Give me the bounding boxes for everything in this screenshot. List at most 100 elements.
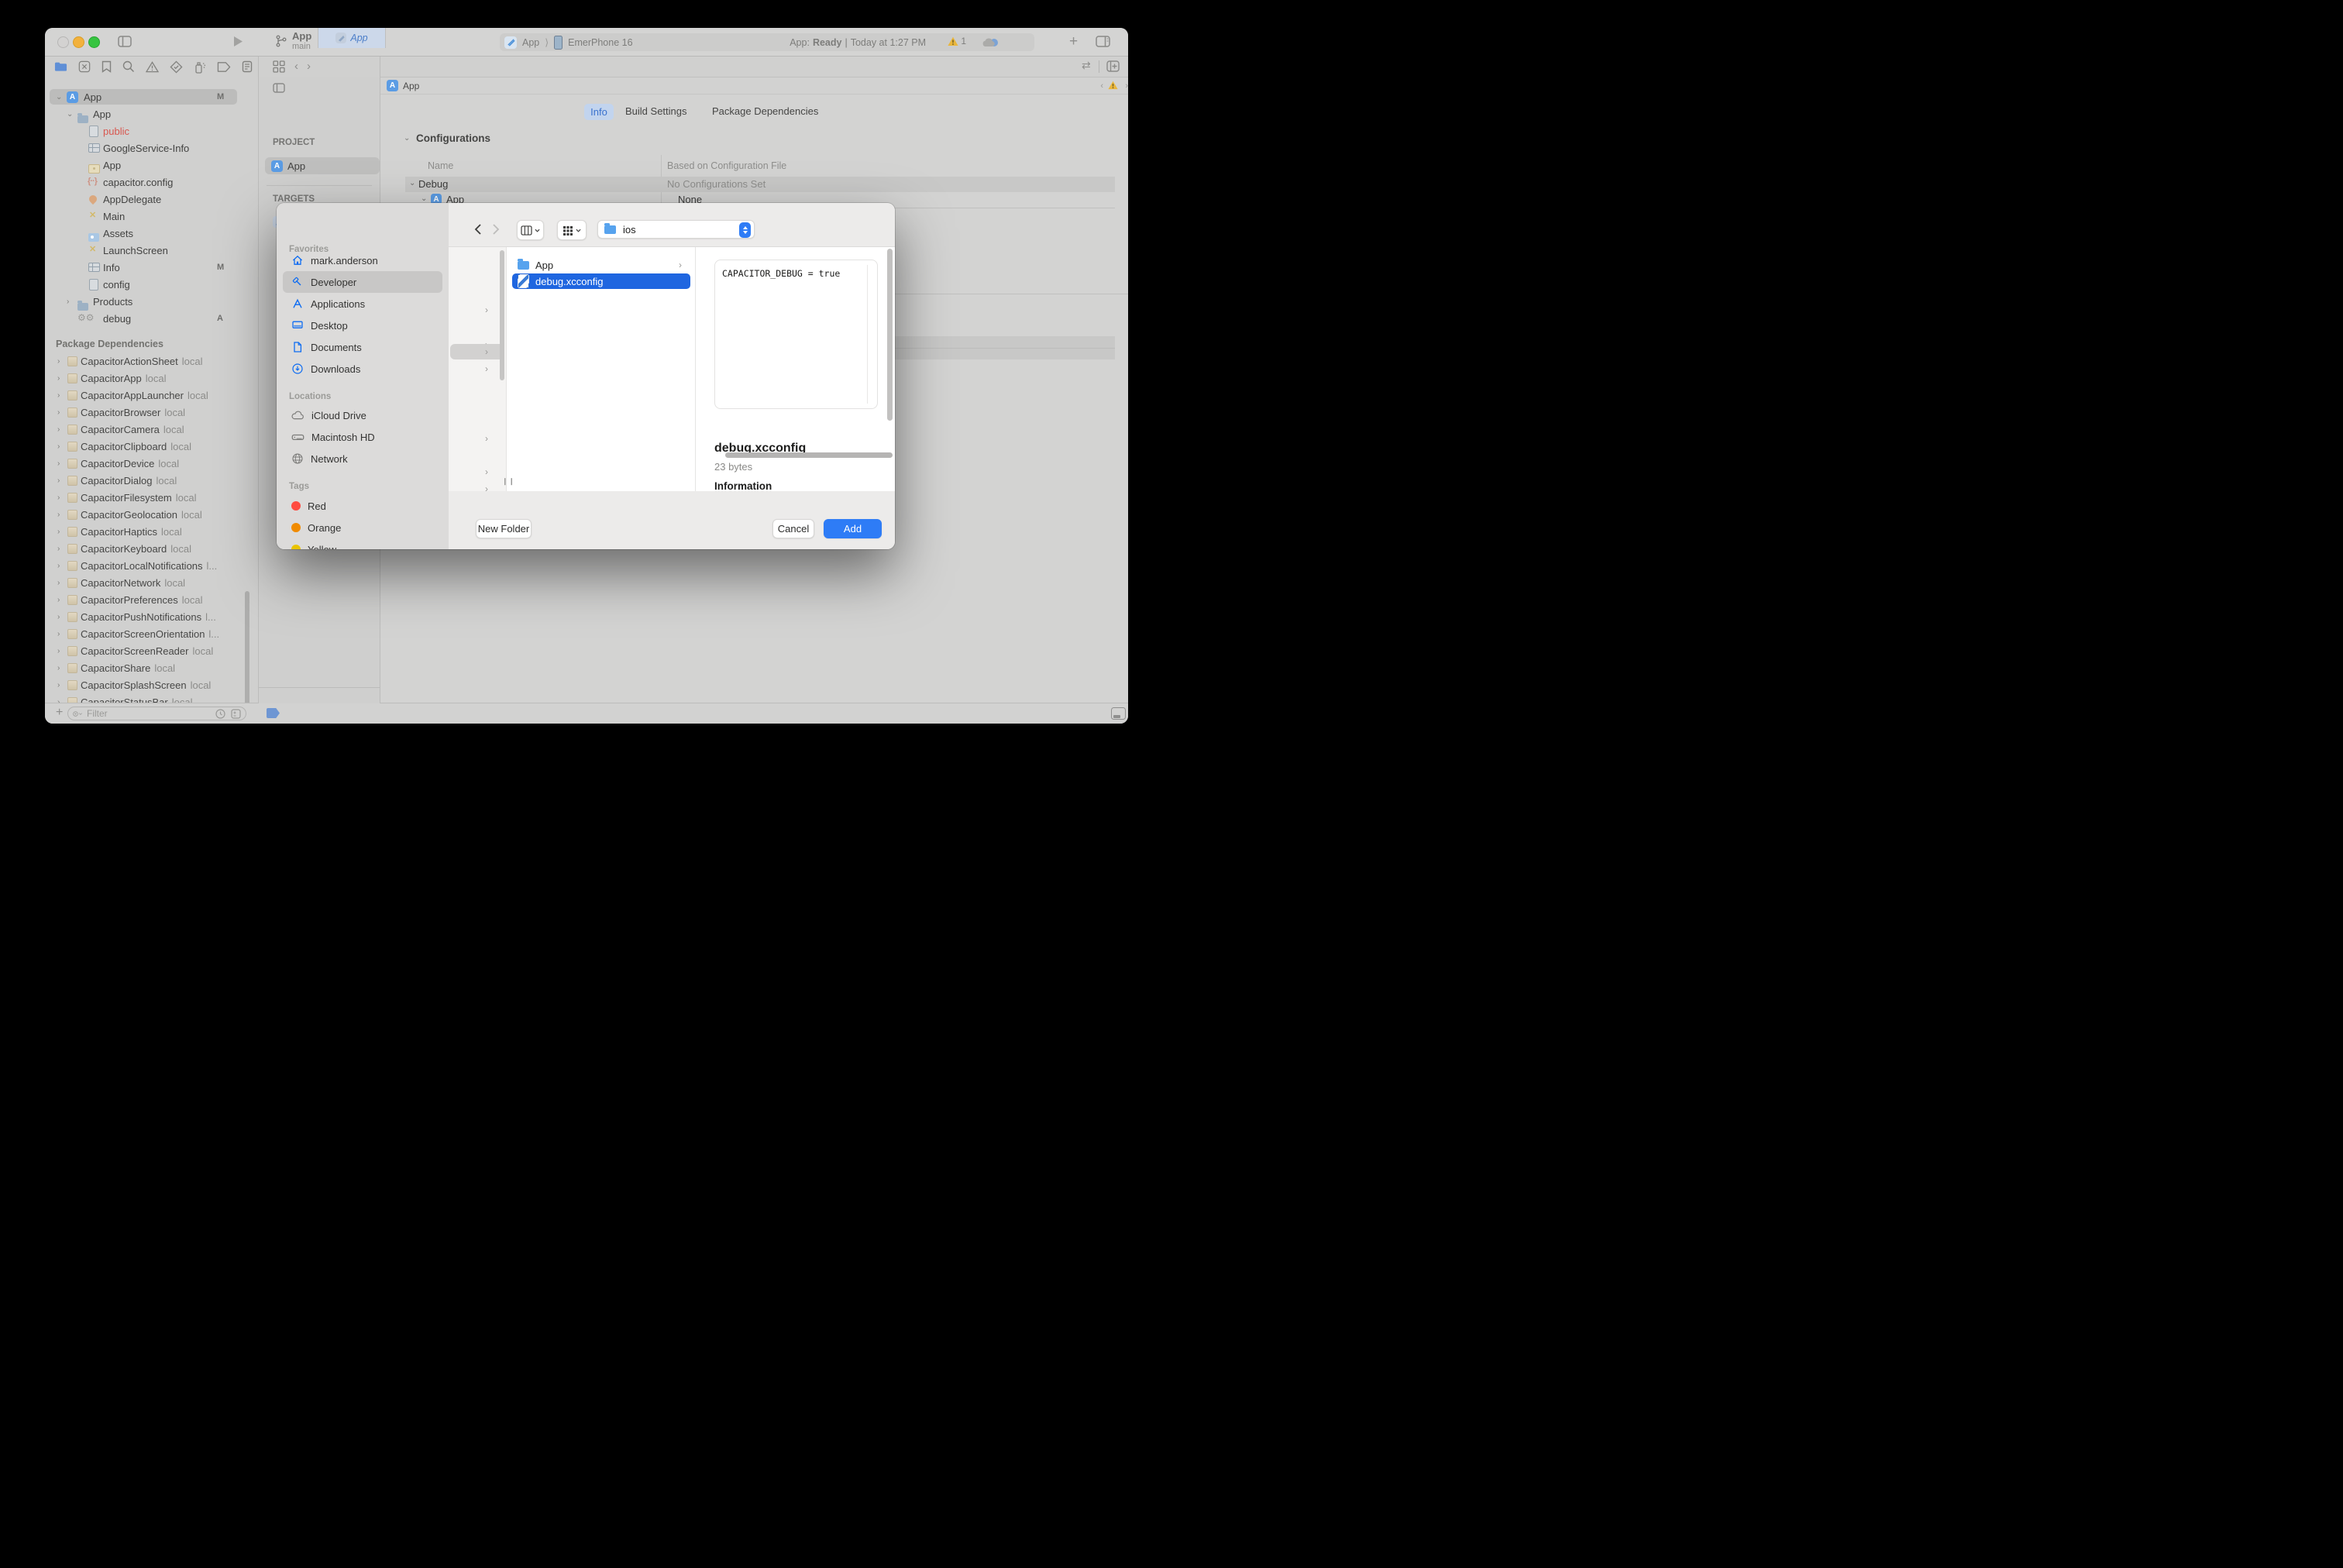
- chevron-down-icon[interactable]: ⌄: [56, 93, 62, 101]
- source-control-navigator-icon[interactable]: [78, 60, 91, 73]
- tree-item-appdelegate[interactable]: AppDelegate: [45, 191, 258, 208]
- sidebar-item-macintosh-hd[interactable]: Macintosh HD: [283, 426, 442, 448]
- selected-parent-row[interactable]: [450, 344, 504, 359]
- find-navigator-icon[interactable]: [122, 60, 135, 73]
- tree-item-debug[interactable]: ⚙⚙ debug A: [45, 310, 258, 327]
- column-resize-handle[interactable]: ❙❙: [502, 477, 515, 486]
- config-row-debug[interactable]: ⌄ Debug No Configurations Set: [405, 177, 1115, 192]
- sidebar-item-applications[interactable]: Applications: [283, 293, 442, 315]
- editor-forward-icon[interactable]: ›: [307, 60, 311, 73]
- sidebar-item-home[interactable]: mark.anderson: [283, 249, 442, 271]
- package-row[interactable]: ›CapacitorFilesystemlocal: [45, 489, 258, 506]
- package-row[interactable]: ›CapacitorHapticslocal: [45, 523, 258, 540]
- package-row[interactable]: ›CapacitorScreenReaderlocal: [45, 642, 258, 659]
- file-row-app-folder[interactable]: App ›: [507, 257, 696, 273]
- file-row-debug-xcconfig[interactable]: debug.xcconfig: [512, 273, 690, 289]
- package-row[interactable]: ›CapacitorCameralocal: [45, 421, 258, 438]
- project-item-app[interactable]: A App: [265, 157, 380, 174]
- add-file-button[interactable]: +: [56, 706, 63, 720]
- group-by-button[interactable]: [557, 220, 587, 240]
- sidebar-item-tag-yellow[interactable]: Yellow: [283, 538, 442, 549]
- sidebar-item-downloads[interactable]: Downloads: [283, 358, 442, 380]
- inspector-toggle-icon[interactable]: [1096, 36, 1110, 47]
- tree-item-products[interactable]: › Products: [45, 293, 258, 310]
- package-row[interactable]: ›CapacitorDialoglocal: [45, 472, 258, 489]
- sidebar-toggle-icon[interactable]: [118, 36, 132, 47]
- cancel-button[interactable]: Cancel: [772, 519, 814, 538]
- package-row[interactable]: ›CapacitorClipboardlocal: [45, 438, 258, 455]
- tree-item-launchscreen[interactable]: ✕ LaunchScreen: [45, 242, 258, 259]
- debug-navigator-icon[interactable]: [194, 60, 206, 74]
- tests-navigator-icon[interactable]: [170, 60, 183, 74]
- chevron-down-icon[interactable]: ⌄: [409, 179, 415, 187]
- chevron-down-icon[interactable]: ⌄: [67, 110, 73, 119]
- add-button[interactable]: +: [1069, 33, 1078, 50]
- view-columns-button[interactable]: [517, 220, 544, 240]
- tree-item-app-group[interactable]: ⌄ App: [45, 105, 258, 122]
- scrollbar[interactable]: [500, 250, 504, 380]
- location-dropdown[interactable]: ios: [597, 220, 755, 239]
- add-button[interactable]: Add: [824, 519, 882, 538]
- back-button[interactable]: [470, 220, 487, 239]
- sidebar-item-tag-red[interactable]: Red: [283, 495, 442, 517]
- swap-editor-icon[interactable]: ⇄: [1082, 59, 1091, 72]
- run-destination[interactable]: EmerPhone 16: [568, 37, 632, 48]
- tree-item-googleservice-info[interactable]: GoogleService-Info: [45, 139, 258, 156]
- package-row[interactable]: ›CapacitorDevicelocal: [45, 455, 258, 472]
- close-button[interactable]: [57, 36, 69, 48]
- tab-info[interactable]: Info: [584, 104, 614, 120]
- package-row[interactable]: ›CapacitorAppLauncherlocal: [45, 387, 258, 404]
- recent-filter-icon[interactable]: [215, 709, 225, 719]
- package-row[interactable]: ›CapacitorPushNotificationsl...: [45, 608, 258, 625]
- tab-build-settings[interactable]: Build Settings: [625, 105, 687, 117]
- tab-package-dependencies[interactable]: Package Dependencies: [712, 105, 818, 117]
- sidebar-item-developer[interactable]: Developer: [283, 271, 442, 293]
- tree-item-info[interactable]: Info M: [45, 259, 258, 276]
- package-row[interactable]: ›CapacitorNetworklocal: [45, 574, 258, 591]
- sidebar-item-desktop[interactable]: Desktop: [283, 315, 442, 336]
- minimize-button[interactable]: [73, 36, 84, 48]
- scrollbar[interactable]: [887, 249, 893, 421]
- bookmarks-navigator-icon[interactable]: [101, 60, 112, 73]
- package-row[interactable]: ›CapacitorActionSheetlocal: [45, 352, 258, 370]
- scrollbar[interactable]: [245, 591, 249, 707]
- breakpoints-navigator-icon[interactable]: [217, 61, 231, 73]
- sidebar-item-network[interactable]: Network: [283, 448, 442, 469]
- breadcrumb[interactable]: A App ‹ ›: [380, 77, 1128, 95]
- sidebar-item-icloud[interactable]: iCloud Drive: [283, 404, 442, 426]
- tree-item-app-entitlements[interactable]: App: [45, 156, 258, 174]
- reports-navigator-icon[interactable]: [242, 60, 253, 73]
- package-row[interactable]: ›CapacitorApplocal: [45, 370, 258, 387]
- horizontal-scrollbar[interactable]: [725, 452, 893, 458]
- pane-toggle-icon[interactable]: [273, 83, 285, 93]
- tree-item-config[interactable]: config: [45, 276, 258, 293]
- tree-item-capacitor-config[interactable]: {··} capacitor.config: [45, 174, 258, 191]
- add-editor-icon[interactable]: [1106, 60, 1120, 72]
- hide-bottom-panel-icon[interactable]: [1111, 707, 1126, 720]
- warning-counter[interactable]: 1: [948, 36, 966, 46]
- scheme-pill[interactable]: App ⟩ EmerPhone 16 App: Ready | Today at…: [500, 33, 1034, 51]
- chevron-right-icon[interactable]: ›: [67, 297, 69, 306]
- run-button[interactable]: [233, 36, 243, 47]
- zoom-button[interactable]: [88, 36, 100, 48]
- package-row[interactable]: ›CapacitorScreenOrientationl...: [45, 625, 258, 642]
- source-control-branch[interactable]: Appmain: [275, 31, 311, 51]
- package-row[interactable]: ›CapacitorSharelocal: [45, 659, 258, 676]
- breadcrumb-back-icon[interactable]: ‹: [1100, 81, 1103, 91]
- package-row[interactable]: ›CapacitorLocalNotificationsl...: [45, 557, 258, 574]
- package-row[interactable]: ›CapacitorKeyboardlocal: [45, 540, 258, 557]
- issues-navigator-icon[interactable]: [146, 61, 159, 73]
- tree-item-public[interactable]: public: [45, 122, 258, 139]
- warning-icon[interactable]: [1108, 81, 1118, 90]
- editor-back-icon[interactable]: ‹: [294, 60, 298, 73]
- package-row[interactable]: ›CapacitorSplashScreenlocal: [45, 676, 258, 693]
- breadcrumb-forward-icon[interactable]: ›: [1125, 81, 1128, 91]
- navigator-divider[interactable]: [258, 57, 259, 703]
- stepper-icon[interactable]: [739, 222, 751, 238]
- tree-item-assets[interactable]: Assets: [45, 225, 258, 242]
- section-chevron-icon[interactable]: ⌄: [404, 134, 410, 143]
- package-row[interactable]: ›CapacitorBrowserlocal: [45, 404, 258, 421]
- tree-item-main[interactable]: ✕ Main: [45, 208, 258, 225]
- forward-button[interactable]: [487, 220, 504, 239]
- navigator-filter-field[interactable]: Filter: [67, 707, 246, 720]
